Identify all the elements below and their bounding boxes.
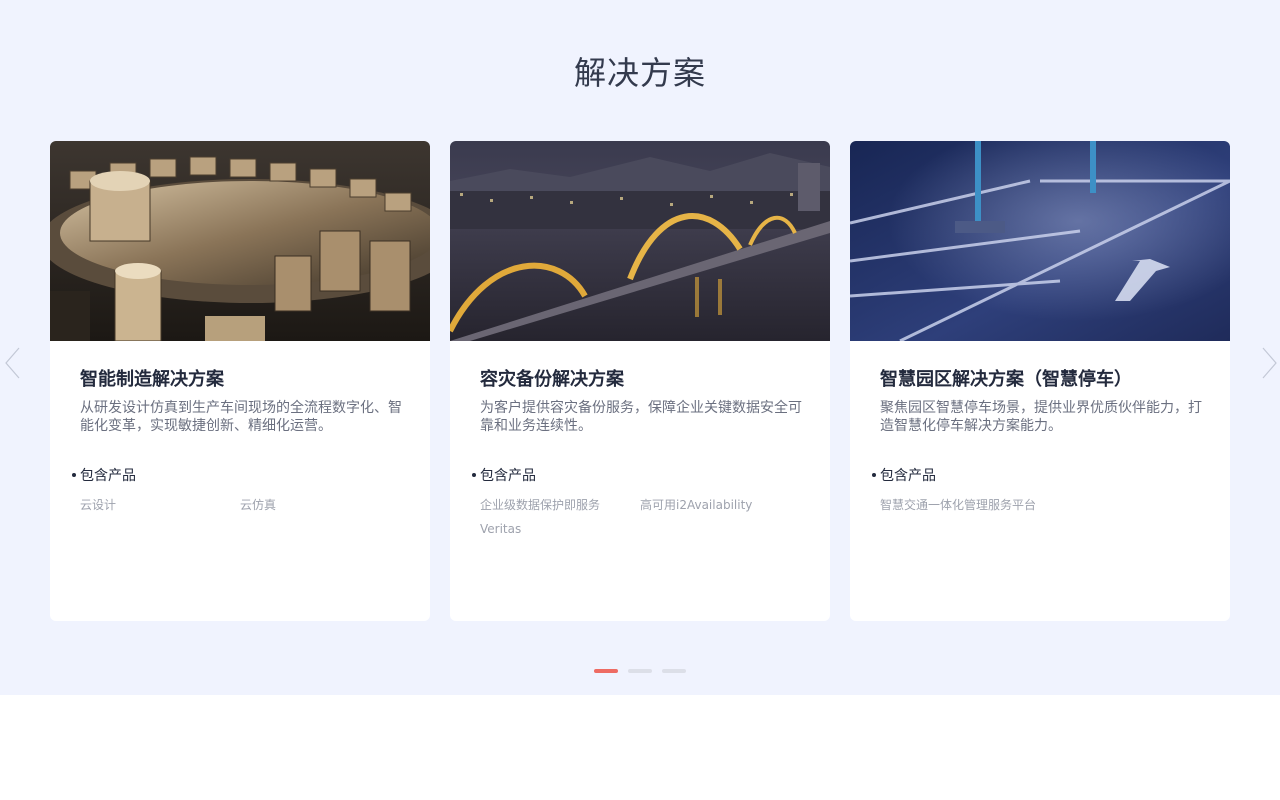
pagination-dot-2[interactable] [628, 669, 652, 673]
section-title: 解决方案 [573, 54, 706, 92]
product-link[interactable]: 云仿真 [240, 496, 400, 522]
product-link[interactable]: 高可用i2Availability [640, 496, 800, 522]
products-label: 包含产品 [872, 465, 936, 485]
product-link[interactable]: 企业级数据保护即服务 [480, 496, 640, 522]
chevron-right-icon [1262, 347, 1277, 379]
product-list: 智慧交通一体化管理服务平台 [880, 496, 1210, 522]
products-label: 包含产品 [472, 465, 536, 485]
card-title: 智慧园区解决方案（智慧停车） [880, 369, 1132, 390]
chevron-left-icon [5, 347, 20, 379]
product-link[interactable]: Veritas [480, 522, 640, 548]
card-title: 智能制造解决方案 [80, 369, 224, 390]
carousel-pagination [594, 669, 686, 673]
solution-card-manufacturing[interactable]: 智能制造解决方案 从研发设计仿真到生产车间现场的全流程数字化、智能化变革，实现敏… [50, 141, 430, 621]
pagination-dot-3[interactable] [662, 669, 686, 673]
products-label: 包含产品 [72, 465, 136, 485]
solution-card-smart-park[interactable]: 智慧园区解决方案（智慧停车） 聚焦园区智慧停车场景，提供业界优质伙伴能力，打造智… [850, 141, 1230, 621]
pagination-dot-1[interactable] [594, 669, 618, 673]
solution-card-disaster-recovery[interactable]: 容灾备份解决方案 为客户提供容灾备份服务，保障企业关键数据安全可靠和业务连续性。… [450, 141, 830, 621]
product-link[interactable]: 云设计 [80, 496, 240, 522]
night-bridge-image [450, 141, 830, 341]
carousel-prev-button[interactable] [4, 346, 24, 380]
card-description: 从研发设计仿真到生产车间现场的全流程数字化、智能化变革，实现敏捷创新、精细化运营… [80, 400, 402, 434]
product-list: 云设计 云仿真 [80, 496, 410, 522]
card-description: 为客户提供容灾备份服务，保障企业关键数据安全可靠和业务连续性。 [480, 400, 802, 434]
solutions-section: 解决方案 智能制造解决方案 从研发设计仿真到生产车间现场的全流程数字化、智能化变… [0, 0, 1280, 695]
card-description: 聚焦园区智慧停车场景，提供业界优质伙伴能力，打造智慧化停车解决方案能力。 [880, 400, 1202, 434]
parking-lot-image [850, 141, 1230, 341]
product-list: 企业级数据保护即服务 高可用i2Availability Veritas [480, 496, 810, 548]
product-link[interactable]: 智慧交通一体化管理服务平台 [880, 496, 1040, 522]
carousel-next-button[interactable] [1258, 346, 1278, 380]
card-title: 容灾备份解决方案 [480, 369, 624, 390]
gears-image [50, 141, 430, 341]
